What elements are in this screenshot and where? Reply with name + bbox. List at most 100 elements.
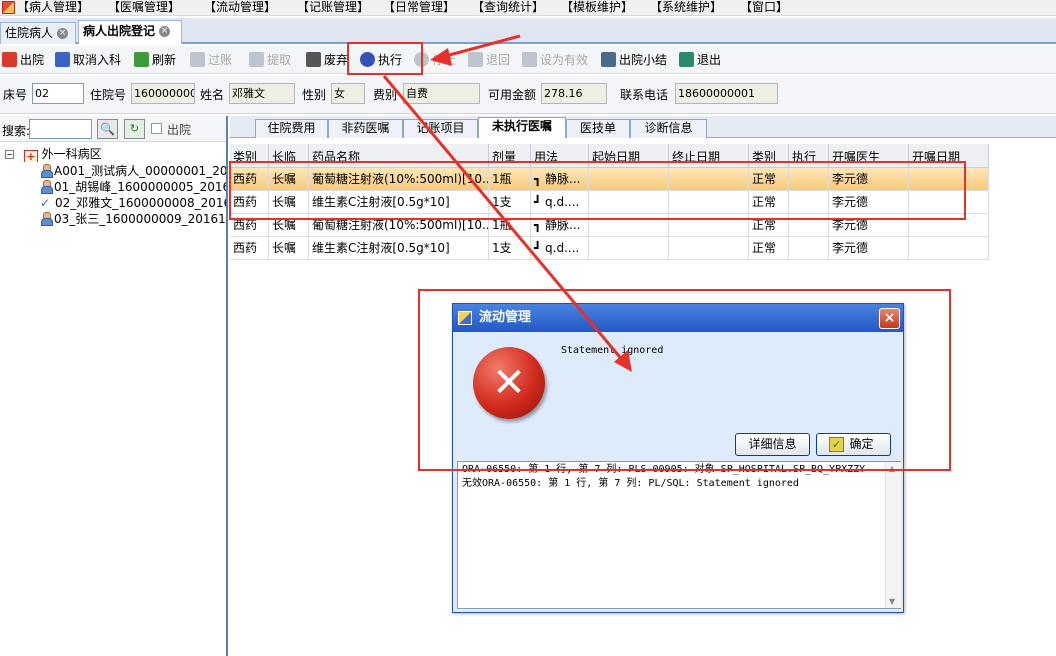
- cell-col-usage: ┓ 静脉...: [531, 214, 589, 237]
- cell-col-execute: [789, 191, 829, 214]
- menu-system-maintenance[interactable]: 【系统维护】: [650, 0, 722, 16]
- cell-col-start-date: [589, 237, 669, 260]
- header-col-type[interactable]: 类别: [749, 144, 789, 168]
- menu-window[interactable]: 【窗口】: [740, 0, 788, 16]
- post-button[interactable]: 过账: [190, 50, 232, 70]
- name-field: 邓雅文: [229, 83, 295, 104]
- phone-label: 联系电话: [620, 88, 669, 102]
- stop-button[interactable]: 停止: [414, 50, 456, 70]
- search-input[interactable]: [29, 119, 92, 139]
- refresh-button[interactable]: 刷新: [134, 50, 176, 70]
- dialog-app-icon: [458, 311, 472, 325]
- extract-button[interactable]: 提取: [249, 50, 291, 70]
- exit-button[interactable]: 退出: [679, 50, 721, 70]
- menu-patient-management[interactable]: 【病人管理】: [17, 0, 89, 16]
- search-icon[interactable]: 🔍: [97, 119, 118, 139]
- dialog-close-button[interactable]: ×: [879, 308, 900, 329]
- cell-col-order-date: [909, 191, 989, 214]
- cell-col-start-date: [589, 168, 669, 191]
- tree-patient-item[interactable]: ✓02_邓雅文_1600000008_2016112: [0, 195, 226, 211]
- tree-patient-item[interactable]: A001_测试病人_00000001_20160: [0, 163, 226, 179]
- cell-col-category: 西药: [230, 168, 269, 191]
- grid-header-row: 类别 长临 药品名称 剂量 用法 起始日期 终止日期 类别 执行 开嘱医生 开嘱日期: [230, 144, 990, 168]
- scroll-up-icon[interactable]: ▲: [889, 464, 895, 473]
- cell-col-category: 西药: [230, 214, 269, 237]
- header-col-doctor[interactable]: 开嘱医生: [829, 144, 909, 168]
- bed-label: 床号: [3, 88, 28, 102]
- table-row[interactable]: 西药 长嘱 维生素C注射液[0.5g*10] 1支 ┛ q.d.... 正常 李元德: [230, 237, 990, 260]
- detail-scrollbar[interactable]: ▲ ▼: [885, 462, 901, 608]
- header-col-category[interactable]: 类别: [230, 144, 269, 168]
- cell-col-usage: ┛ q.d....: [531, 237, 589, 260]
- tab-diagnosis-info[interactable]: 诊断信息: [630, 119, 707, 138]
- cell-col-doctor: 李元德: [829, 237, 909, 260]
- stop-icon: [414, 52, 429, 67]
- menu-flow-management[interactable]: 【流动管理】: [204, 0, 276, 16]
- cell-col-end-date: [669, 237, 749, 260]
- table-row[interactable]: 西药 长嘱 葡萄糖注射液(10%:500ml)[10... 1瓶 ┓ 静脉... 正常 李元…: [230, 214, 990, 237]
- header-col-drug-name[interactable]: 药品名称: [309, 144, 489, 168]
- error-x-glyph: ✕: [492, 360, 526, 406]
- header-col-order-date[interactable]: 开嘱日期: [909, 144, 989, 168]
- error-detail-text: ORA-06550: 第 1 行, 第 7 列: PLS-00905: 对象 S…: [462, 463, 882, 491]
- header-col-execute[interactable]: 执行: [789, 144, 829, 168]
- tab-non-drug-orders[interactable]: 非药医嘱: [328, 119, 403, 138]
- execute-button[interactable]: 执行: [360, 50, 402, 70]
- cell-col-type: 正常: [749, 237, 789, 260]
- cell-col-doctor: 李元德: [829, 191, 909, 214]
- discharged-checkbox[interactable]: [151, 123, 162, 134]
- menu-billing-management[interactable]: 【记账管理】: [297, 0, 369, 16]
- header-col-dose[interactable]: 剂量: [489, 144, 531, 168]
- cancel-admission-icon: [55, 52, 70, 67]
- bed-field[interactable]: 02: [32, 83, 84, 104]
- set-valid-button[interactable]: 设为有效: [522, 50, 588, 70]
- search-label: 搜索:: [2, 124, 31, 138]
- discharged-label: 出院: [167, 123, 192, 137]
- cell-col-usage: ┛ q.d....: [531, 191, 589, 214]
- cell-col-order-date: [909, 214, 989, 237]
- menu-order-management[interactable]: 【医嘱管理】: [108, 0, 180, 16]
- header-col-usage[interactable]: 用法: [531, 144, 589, 168]
- tab-close-icon[interactable]: ×: [159, 26, 171, 37]
- tree-patient-item[interactable]: 01_胡锡峰_1600000005_2016102: [0, 179, 226, 195]
- tab-hospital-fees[interactable]: 住院费用: [255, 119, 328, 138]
- discharge-button[interactable]: 出院: [2, 50, 44, 70]
- error-detail-box[interactable]: ORA-06550: 第 1 行, 第 7 列: PLS-00905: 对象 S…: [457, 461, 901, 609]
- cell-col-type: 正常: [749, 191, 789, 214]
- tab-inpatients[interactable]: 住院病人 ×: [0, 22, 76, 44]
- patient-icon: [40, 212, 53, 226]
- cell-col-order-date: [909, 237, 989, 260]
- collapse-icon[interactable]: −: [5, 150, 14, 159]
- return-icon: [468, 52, 483, 67]
- set-valid-icon: [522, 52, 537, 67]
- discard-button[interactable]: 废弃: [306, 50, 348, 70]
- tab-discharge-registration[interactable]: 病人出院登记 ×: [78, 20, 182, 44]
- extract-icon: [249, 52, 264, 67]
- tab-unexecuted-orders[interactable]: 未执行医嘱: [478, 117, 566, 138]
- tree-patient-item[interactable]: 03_张三_1600000009_20161130: [0, 211, 226, 227]
- balance-field: 278.16: [541, 83, 607, 104]
- admission-field: 1600000008: [131, 83, 195, 104]
- discharge-summary-button[interactable]: 出院小结: [601, 50, 667, 70]
- return-button[interactable]: 退回: [468, 50, 510, 70]
- menu-template-maintenance[interactable]: 【模板维护】: [561, 0, 633, 16]
- patient-tree-panel: 搜索: 🔍 ↻ 出院 − + 外一科病区 A001_测试病人_00000001_…: [0, 116, 228, 656]
- refresh-tree-icon[interactable]: ↻: [124, 119, 145, 139]
- scroll-down-icon[interactable]: ▼: [889, 597, 895, 606]
- header-col-term[interactable]: 长临: [269, 144, 309, 168]
- header-col-start-date[interactable]: 起始日期: [589, 144, 669, 168]
- tab-close-icon[interactable]: ×: [57, 28, 69, 39]
- menu-daily-management[interactable]: 【日常管理】: [383, 0, 455, 16]
- ok-button[interactable]: ✓ 确定: [816, 433, 891, 456]
- cancel-admission-button[interactable]: 取消入科: [55, 50, 121, 70]
- tree-ward-node[interactable]: − + 外一科病区: [0, 146, 226, 162]
- header-col-end-date[interactable]: 终止日期: [669, 144, 749, 168]
- gender-field: 女: [331, 83, 365, 104]
- table-row[interactable]: 西药 长嘱 维生素C注射液[0.5g*10] 1支 ┛ q.d.... 正常 李元德: [230, 191, 990, 214]
- details-button[interactable]: 详细信息: [735, 433, 810, 456]
- tab-billing-items[interactable]: 记账项目: [403, 119, 478, 138]
- table-row[interactable]: 西药 长嘱 葡萄糖注射液(10%:500ml)[10... 1瓶 ┓ 静脉... 正常 李元…: [230, 168, 990, 191]
- patient-info-bar: 床号 02 住院号 1600000008 姓名 邓雅文 性别 女 费别 自费 可…: [0, 76, 1056, 114]
- menu-query-statistics[interactable]: 【查询统计】: [472, 0, 544, 16]
- tab-medical-tech[interactable]: 医技单: [566, 119, 630, 138]
